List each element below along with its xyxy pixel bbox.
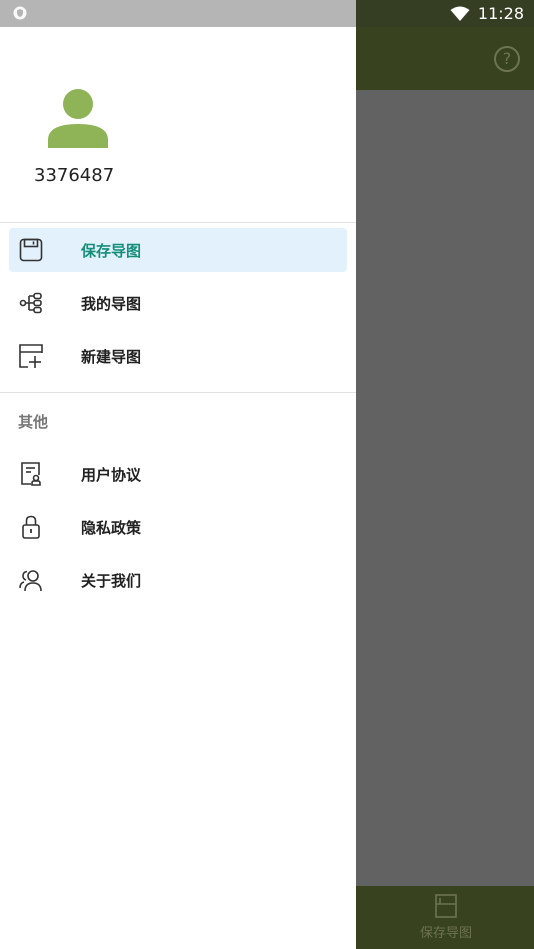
agreement-icon bbox=[21, 462, 41, 486]
divider bbox=[0, 392, 356, 393]
save-icon bbox=[435, 894, 457, 918]
save-icon bbox=[19, 238, 43, 262]
bottom-tab-label: 保存导图 bbox=[419, 926, 472, 941]
divider bbox=[0, 222, 356, 223]
question-circle-icon[interactable]: ? bbox=[494, 46, 520, 72]
new-map-icon bbox=[19, 344, 43, 368]
user-id: 3376487 bbox=[34, 165, 115, 186]
menu-item-save-map[interactable]: 保存导图 bbox=[9, 228, 347, 272]
menu-label: 我的导图 bbox=[81, 295, 142, 313]
menu-label: 保存导图 bbox=[81, 242, 142, 260]
bottom-tab-save[interactable]: 保存导图 bbox=[410, 892, 482, 944]
status-indicators: 11:28 bbox=[450, 0, 524, 27]
menu-label: 关于我们 bbox=[81, 572, 142, 590]
menu-item-my-maps[interactable]: 我的导图 bbox=[9, 281, 347, 325]
menu-item-privacy-policy[interactable]: 隐私政策 bbox=[9, 505, 347, 549]
mindmap-icon bbox=[19, 292, 42, 314]
menu-item-new-map[interactable]: 新建导图 bbox=[9, 334, 347, 378]
shield-icon bbox=[13, 6, 27, 20]
menu-label: 隐私政策 bbox=[81, 519, 142, 537]
menu-label: 新建导图 bbox=[81, 348, 142, 366]
menu-item-user-agreement[interactable]: 用户协议 bbox=[9, 452, 347, 496]
status-time: 11:28 bbox=[477, 4, 524, 23]
drawer-status-bar bbox=[0, 0, 356, 27]
navigation-drawer: 3376487 保存导图 我的导图 新建导图 其他 用户协议 隐私政策 关于我们 bbox=[0, 0, 356, 949]
menu-label: 用户协议 bbox=[81, 466, 142, 484]
menu-item-about-us[interactable]: 关于我们 bbox=[9, 558, 347, 602]
wifi-icon bbox=[450, 6, 470, 21]
users-icon bbox=[19, 570, 42, 592]
lock-icon bbox=[22, 515, 40, 539]
section-header-other: 其他 bbox=[18, 413, 49, 431]
avatar[interactable] bbox=[48, 88, 108, 148]
